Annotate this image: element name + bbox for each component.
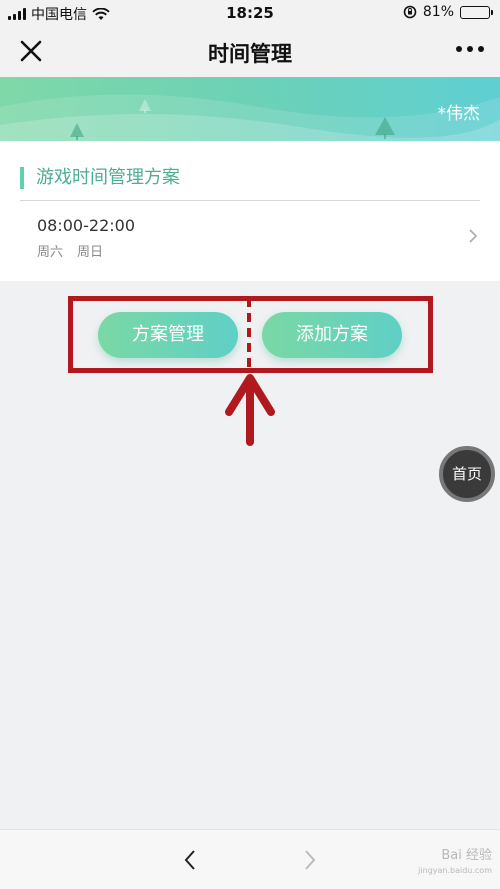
annotation-arrow-icon bbox=[225, 374, 275, 446]
watermark: Bai 经验 jingyan.baidu.com bbox=[418, 848, 492, 878]
forward-icon[interactable] bbox=[302, 848, 318, 872]
status-right: 81% bbox=[403, 4, 493, 20]
battery-icon bbox=[460, 5, 493, 19]
nav-bar: 时间管理 bbox=[0, 26, 500, 77]
bottom-toolbar: Bai 经验 jingyan.baidu.com bbox=[0, 829, 500, 889]
plan-row[interactable]: 08:00-22:00 周六 周日 bbox=[0, 201, 500, 281]
chevron-right-icon bbox=[469, 229, 478, 243]
manage-plans-button[interactable]: 方案管理 bbox=[98, 312, 238, 358]
home-button[interactable]: 首页 bbox=[439, 446, 495, 502]
user-name: *伟杰 bbox=[437, 104, 481, 124]
plan-day: 周日 bbox=[77, 245, 104, 260]
plan-day: 周六 bbox=[37, 245, 64, 260]
page-title: 时间管理 bbox=[208, 42, 292, 66]
plan-card: 游戏时间管理方案 08:00-22:00 周六 周日 bbox=[0, 141, 500, 281]
banner: *伟杰 bbox=[0, 77, 500, 141]
plan-days: 周六 周日 bbox=[37, 241, 103, 260]
plan-time: 08:00-22:00 bbox=[37, 216, 135, 235]
section-title: 游戏时间管理方案 bbox=[20, 167, 180, 189]
watermark-brand: Bai 经验 bbox=[441, 848, 492, 863]
watermark-url: jingyan.baidu.com bbox=[418, 866, 492, 875]
status-bar: 中国电信 18:25 81% bbox=[0, 0, 500, 26]
rotation-lock-icon bbox=[403, 5, 417, 19]
add-plan-button[interactable]: 添加方案 bbox=[262, 312, 402, 358]
banner-hills-decoration bbox=[0, 94, 500, 141]
back-icon[interactable] bbox=[182, 848, 198, 872]
battery-percent: 81% bbox=[422, 4, 454, 20]
more-icon[interactable] bbox=[456, 46, 484, 52]
